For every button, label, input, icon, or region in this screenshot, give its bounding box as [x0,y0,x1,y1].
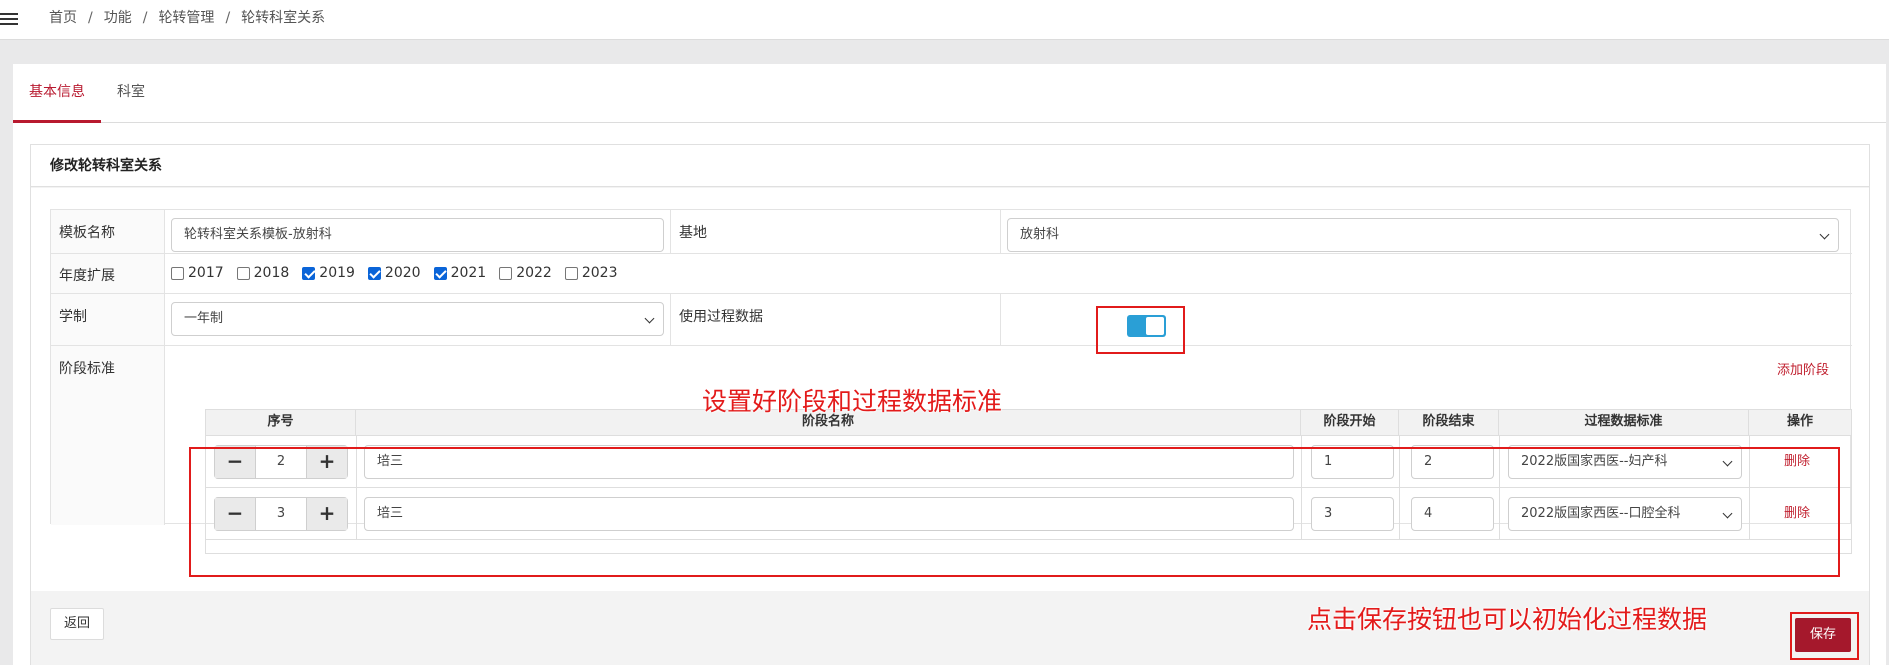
checkbox[interactable] [171,266,184,280]
save-button[interactable]: 保存 [1795,618,1851,652]
use-process-label: 使用过程数据 [679,309,763,325]
breadcrumb-home[interactable]: 首页 [49,0,77,38]
base-label: 基地 [679,225,707,241]
annotation-stage-note: 设置好阶段和过程数据标准 [702,387,1003,416]
annotation-box-stage-rows [189,447,1840,577]
tab-bar: 基本信息 科室 [13,64,1886,123]
checkbox[interactable] [367,266,381,280]
year-checkbox-2018[interactable]: 2018 [236,265,289,281]
tab-department[interactable]: 科室 [117,64,157,123]
year-checkbox-2020[interactable]: 2020 [367,265,421,281]
chevron-down-icon [1819,229,1830,240]
checkbox[interactable] [433,266,447,280]
th-stage-start: 阶段开始 [1301,410,1399,436]
system-select-value: 一年制 [184,311,224,326]
hamburger-menu-icon[interactable] [0,10,20,28]
th-seq: 序号 [206,410,356,436]
top-bar: 首页 / 功能 / 轮转管理 / 轮转科室关系 [0,0,1889,40]
year-checkbox-2017[interactable]: 2017 [171,265,224,281]
annotation-save-note: 点击保存按钮也可以初始化过程数据 [1307,605,1708,634]
breadcrumb: 首页 / 功能 / 轮转管理 / 轮转科室关系 [49,0,325,38]
panel-title: 修改轮转科室关系 [50,158,162,174]
year-checkbox-2023[interactable]: 2023 [564,265,617,281]
system-select[interactable]: 一年制 [171,302,664,336]
year-checkbox-group: 2017 2018 2019 2020 2021 2022 2023 [171,265,630,281]
breadcrumb-current: 轮转科室关系 [241,10,326,26]
year-checkbox-2022[interactable]: 2022 [499,265,552,281]
year-ext-label: 年度扩展 [59,268,115,284]
system-label: 学制 [59,309,87,325]
base-select-value: 放射科 [1020,227,1060,242]
back-button[interactable]: 返回 [50,608,104,640]
checkbox[interactable] [236,266,250,280]
annotation-box-toggle [1096,306,1185,354]
breadcrumb-function[interactable]: 功能 [104,0,132,38]
year-checkbox-2021[interactable]: 2021 [433,265,486,281]
th-process-standard: 过程数据标准 [1499,410,1749,436]
checkbox[interactable] [302,266,316,280]
stage-label: 阶段标准 [59,361,115,377]
th-action: 操作 [1749,410,1851,436]
base-select[interactable]: 放射科 [1007,218,1839,252]
checkbox[interactable] [499,266,513,280]
tab-basic-info[interactable]: 基本信息 [13,64,101,123]
template-name-input[interactable]: 轮转科室关系模板-放射科 [171,218,664,252]
panel-header: 修改轮转科室关系 [31,145,1869,187]
th-stage-end: 阶段结束 [1399,410,1499,436]
add-stage-link[interactable]: 添加阶段 [1777,359,1829,378]
template-name-label: 模板名称 [59,225,115,241]
year-checkbox-2019[interactable]: 2019 [302,265,355,281]
chevron-down-icon [644,313,655,324]
breadcrumb-rotation-management[interactable]: 轮转管理 [158,0,214,38]
checkbox[interactable] [564,266,578,280]
